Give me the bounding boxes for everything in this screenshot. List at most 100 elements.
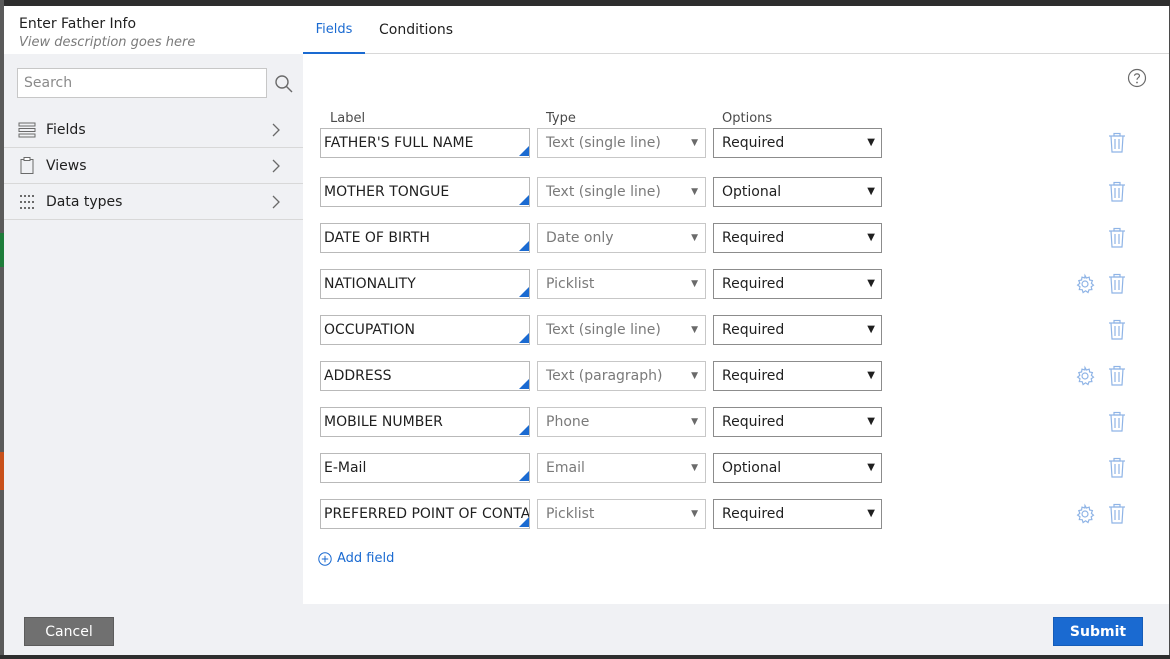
field-row: OCCUPATION Text (single line) ▼ Required ▼: [303, 315, 1169, 345]
grid-dots-icon: [18, 193, 36, 211]
left-panel: Enter Father Info View description goes …: [4, 6, 303, 604]
resize-corner-icon: [519, 287, 529, 297]
field-type-select[interactable]: Text (single line) ▼: [537, 128, 706, 158]
fields-editor: Label Type Options FATHER'S FULL NAME Tex…: [303, 54, 1169, 604]
dropdown-arrow-icon: ▼: [867, 137, 875, 148]
nav-item-fields[interactable]: Fields: [4, 112, 303, 148]
gear-icon[interactable]: [1074, 503, 1096, 525]
field-option-select[interactable]: Required ▼: [713, 361, 882, 391]
trash-icon[interactable]: [1107, 411, 1127, 433]
submit-button[interactable]: Submit: [1053, 617, 1143, 646]
dropdown-arrow-icon: ▼: [867, 232, 875, 243]
column-header-type: Type: [546, 111, 576, 126]
column-header-label: Label: [330, 111, 366, 126]
chevron-right-icon: [272, 123, 280, 137]
field-type-select[interactable]: Text (paragraph) ▼: [537, 361, 706, 391]
column-header-options: Options: [722, 111, 773, 126]
field-label-input[interactable]: NATIONALITY: [320, 269, 530, 299]
trash-icon[interactable]: [1107, 319, 1127, 341]
field-type-select[interactable]: Text (single line) ▼: [537, 177, 706, 207]
field-label-input[interactable]: FATHER'S FULL NAME: [320, 128, 530, 158]
resize-corner-icon: [519, 517, 529, 527]
field-type-value: Picklist: [546, 506, 595, 522]
resize-corner-icon: [519, 471, 529, 481]
cancel-button[interactable]: Cancel: [24, 617, 114, 646]
trash-icon[interactable]: [1107, 503, 1127, 525]
chevron-right-icon: [272, 159, 280, 173]
field-option-select[interactable]: Required ▼: [713, 499, 882, 529]
field-option-select[interactable]: Required ▼: [713, 128, 882, 158]
search-icon[interactable]: [274, 74, 294, 94]
field-type-value: Text (single line): [546, 135, 661, 151]
field-type-select[interactable]: Text (single line) ▼: [537, 315, 706, 345]
dropdown-arrow-icon: ▼: [691, 279, 698, 289]
field-option-value: Required: [722, 135, 785, 151]
resize-corner-icon: [519, 425, 529, 435]
field-type-value: Text (single line): [546, 184, 661, 200]
field-row: NATIONALITY Picklist ▼ Required ▼: [303, 269, 1169, 299]
list-icon: [18, 121, 36, 139]
field-type-value: Email: [546, 460, 585, 476]
field-label-input[interactable]: PREFERRED POINT OF CONTAC: [320, 499, 530, 529]
resize-corner-icon: [519, 241, 529, 251]
trash-icon[interactable]: [1107, 181, 1127, 203]
gear-icon[interactable]: [1074, 273, 1096, 295]
trash-icon[interactable]: [1107, 132, 1127, 154]
tab-conditions[interactable]: Conditions: [379, 6, 453, 54]
dropdown-arrow-icon: ▼: [867, 370, 875, 381]
field-label-input[interactable]: ADDRESS: [320, 361, 530, 391]
dropdown-arrow-icon: ▼: [691, 187, 698, 197]
field-label-input[interactable]: DATE OF BIRTH: [320, 223, 530, 253]
trash-icon[interactable]: [1107, 227, 1127, 249]
dropdown-arrow-icon: ▼: [691, 371, 698, 381]
field-option-select[interactable]: Required ▼: [713, 269, 882, 299]
resize-corner-icon: [519, 195, 529, 205]
field-option-value: Required: [722, 230, 785, 246]
field-option-select[interactable]: Required ▼: [713, 315, 882, 345]
field-option-select[interactable]: Optional ▼: [713, 177, 882, 207]
chevron-right-icon: [272, 195, 280, 209]
dropdown-arrow-icon: ▼: [691, 509, 698, 519]
field-type-value: Picklist: [546, 276, 595, 292]
field-type-select[interactable]: Picklist ▼: [537, 269, 706, 299]
dialog-header: Enter Father Info View description goes …: [4, 6, 303, 54]
dialog-footer: Cancel Submit: [4, 604, 1169, 655]
help-icon[interactable]: [1127, 68, 1147, 88]
field-label-input[interactable]: MOTHER TONGUE: [320, 177, 530, 207]
field-label-input[interactable]: OCCUPATION: [320, 315, 530, 345]
field-label-input[interactable]: MOBILE NUMBER: [320, 407, 530, 437]
trash-icon[interactable]: [1107, 457, 1127, 479]
tab-fields[interactable]: Fields: [303, 6, 365, 54]
dropdown-arrow-icon: ▼: [691, 417, 698, 427]
field-option-select[interactable]: Required ▼: [713, 223, 882, 253]
dropdown-arrow-icon: ▼: [867, 324, 875, 335]
field-row: ADDRESS Text (paragraph) ▼ Required ▼: [303, 361, 1169, 391]
field-type-value: Date only: [546, 230, 614, 246]
search-input[interactable]: [17, 68, 267, 98]
add-circle-icon: [318, 551, 332, 566]
trash-icon[interactable]: [1107, 273, 1127, 295]
field-option-select[interactable]: Required ▼: [713, 407, 882, 437]
field-type-select[interactable]: Phone ▼: [537, 407, 706, 437]
field-label-input[interactable]: E-Mail: [320, 453, 530, 483]
nav-item-data-types[interactable]: Data types: [4, 184, 303, 220]
field-option-value: Required: [722, 322, 785, 338]
add-field-button[interactable]: Add field: [318, 551, 394, 566]
dropdown-arrow-icon: ▼: [691, 325, 698, 335]
dropdown-arrow-icon: ▼: [867, 462, 875, 473]
field-type-select[interactable]: Date only ▼: [537, 223, 706, 253]
tab-bar: Fields Conditions: [303, 6, 1169, 54]
resize-corner-icon: [519, 333, 529, 343]
dropdown-arrow-icon: ▼: [691, 138, 698, 148]
field-option-select[interactable]: Optional ▼: [713, 453, 882, 483]
left-nav: Fields Views Data types: [4, 112, 303, 220]
nav-item-views[interactable]: Views: [4, 148, 303, 184]
field-type-select[interactable]: Picklist ▼: [537, 499, 706, 529]
field-row: FATHER'S FULL NAME Text (single line) ▼ Req…: [303, 128, 1169, 158]
resize-corner-icon: [519, 146, 529, 156]
dropdown-arrow-icon: ▼: [691, 463, 698, 473]
gear-icon[interactable]: [1074, 365, 1096, 387]
trash-icon[interactable]: [1107, 365, 1127, 387]
field-option-value: Required: [722, 368, 785, 384]
field-type-select[interactable]: Email ▼: [537, 453, 706, 483]
